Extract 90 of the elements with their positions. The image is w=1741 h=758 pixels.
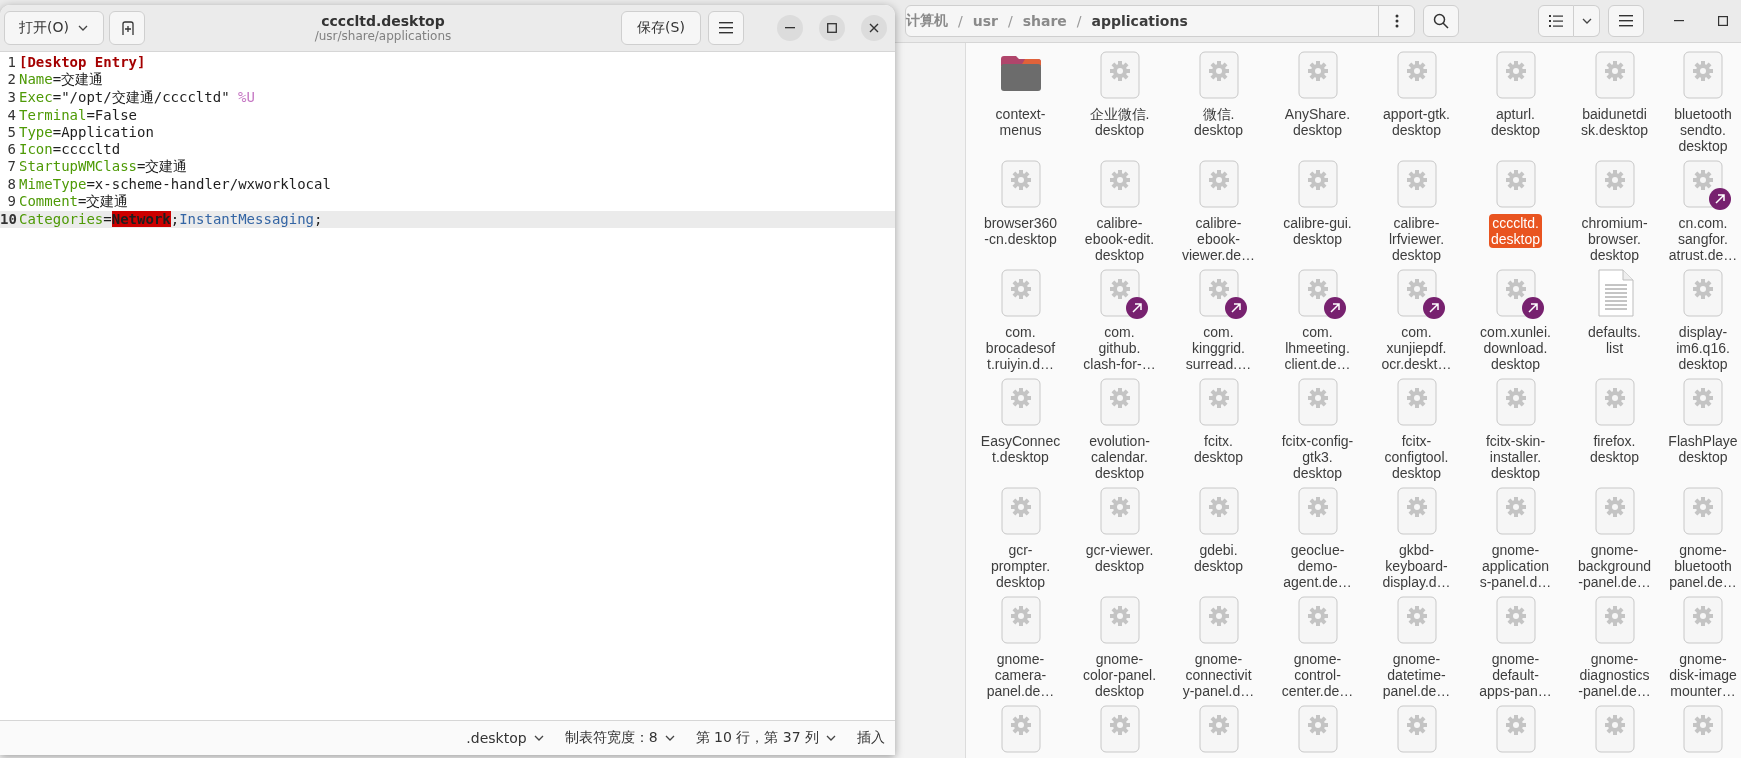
path-separator: /: [1076, 13, 1082, 29]
file-name[interactable]: fcitx- configtool. desktop: [1382, 432, 1451, 482]
list-view-button[interactable]: [1538, 5, 1574, 37]
code-line: Name=交建通: [19, 71, 104, 89]
file-name[interactable]: AnyShare. desktop: [1282, 105, 1353, 139]
window-title: ccccltd.desktop: [321, 13, 445, 29]
line-number: 4: [0, 107, 19, 123]
file-name[interactable]: fcitx. desktop: [1191, 432, 1245, 466]
path-crumb[interactable]: applications: [1091, 13, 1188, 29]
code-line: Categories=Network;InstantMessaging;: [19, 211, 323, 227]
file-name[interactable]: apport-gtk. desktop: [1381, 105, 1452, 139]
code-line: Terminal=False: [19, 107, 137, 123]
file-name[interactable]: com. github. clash-for-…: [1081, 323, 1158, 373]
file-name[interactable]: gnome- application s-panel.d…: [1477, 541, 1554, 591]
file-name[interactable]: gnome- disk-image mounter…: [1667, 650, 1739, 700]
save-button[interactable]: 保存(S): [621, 11, 701, 45]
cursor-position-selector[interactable]: 第 10 行，第 37 列: [695, 726, 837, 750]
kebab-menu-icon: [1394, 14, 1399, 28]
file-name[interactable]: bluetooth sendto. desktop: [1672, 105, 1734, 155]
insert-mode: 插入: [857, 729, 885, 747]
new-tab-button[interactable]: [109, 11, 145, 45]
menu-button[interactable]: [1608, 5, 1644, 37]
file-name[interactable]: calibre-gui. desktop: [1281, 214, 1354, 248]
file-name[interactable]: evolution- calendar. desktop: [1087, 432, 1152, 482]
path-separator: /: [958, 13, 963, 29]
close-icon: [869, 23, 879, 33]
file-name[interactable]: gnome- color-panel. desktop: [1080, 650, 1159, 700]
menu-icon: [719, 22, 733, 34]
file-name[interactable]: browser360 -cn.desktop: [981, 214, 1060, 248]
file-name[interactable]: display- im6.q16. desktop: [1674, 323, 1732, 373]
path-separator: /: [1007, 13, 1013, 29]
file-name[interactable]: 微信. desktop: [1191, 105, 1245, 139]
file-name[interactable]: gdebi. desktop: [1191, 541, 1245, 575]
window-subtitle: /usr/share/applications: [314, 29, 452, 43]
file-name[interactable]: gkbd- keyboard- display.d…: [1380, 541, 1453, 591]
minimize-icon: [785, 27, 795, 29]
file-name[interactable]: gcr-viewer. desktop: [1083, 541, 1156, 575]
code-line: Icon=ccccltd: [19, 141, 121, 157]
code-line: MimeType=x-scheme-handler/wxworklocal: [19, 176, 331, 192]
open-button[interactable]: 打开(O): [4, 11, 104, 45]
code-line: Comment=交建通: [19, 193, 129, 211]
search-icon: [1433, 13, 1449, 29]
file-name[interactable]: geoclue- demo- agent.de…: [1281, 541, 1354, 591]
file-name[interactable]: gnome- background -panel.de…: [1575, 541, 1654, 591]
file-name[interactable]: gcr- prompter. desktop: [988, 541, 1053, 591]
file-name[interactable]: firefox. desktop: [1587, 432, 1641, 466]
code-line: StartupWMClass=交建通: [19, 158, 188, 176]
file-name[interactable]: fcitx-skin- installer. desktop: [1483, 432, 1548, 482]
file-name[interactable]: calibre- ebook- viewer.de…: [1179, 214, 1258, 264]
maximize-button[interactable]: [819, 15, 845, 41]
file-name[interactable]: gnome- connectivit y-panel.d…: [1180, 650, 1257, 700]
close-button[interactable]: [861, 15, 887, 41]
file-name[interactable]: gnome- camera- panel.de…: [984, 650, 1057, 700]
file-name[interactable]: FlashPlaye desktop: [1666, 432, 1740, 466]
menu-icon: [1619, 15, 1633, 27]
file-name[interactable]: com. xunjiepdf. ocr.deskt…: [1379, 323, 1454, 373]
language-selector[interactable]: .desktop: [466, 726, 545, 750]
line-number: 10: [0, 211, 19, 227]
file-name[interactable]: gnome- datetime- panel.de…: [1380, 650, 1453, 700]
menu-button[interactable]: [708, 11, 744, 45]
file-name[interactable]: fcitx-config- gtk3. desktop: [1279, 432, 1356, 482]
file-name[interactable]: gnome- default- apps-pan…: [1477, 650, 1554, 700]
minimize-icon: [1674, 20, 1684, 22]
maximize-icon: [827, 23, 837, 33]
code-line: [Desktop Entry]: [19, 54, 146, 70]
file-name[interactable]: 企业微信. desktop: [1087, 105, 1152, 139]
file-name[interactable]: context- menus: [993, 105, 1048, 139]
file-name[interactable]: gnome- bluetooth panel.de…: [1667, 541, 1739, 591]
file-name[interactable]: com.xunlei. download. desktop: [1478, 323, 1553, 373]
file-name[interactable]: gnome- control- center.de…: [1279, 650, 1356, 700]
file-name[interactable]: calibre- ebook-edit. desktop: [1082, 214, 1157, 264]
file-name[interactable]: defaults. list: [1586, 323, 1643, 357]
file-name[interactable]: com. brocadesof t.ruiyin.d…: [983, 323, 1058, 373]
file-name[interactable]: com. kinggrid. surread.…: [1183, 323, 1254, 373]
file-name[interactable]: cn.com. sangfor. atrust.de…: [1666, 214, 1740, 264]
search-button[interactable]: [1423, 5, 1459, 37]
code-line: Type=Application: [19, 124, 154, 140]
file-name[interactable]: chromium- browser. desktop: [1579, 214, 1650, 264]
file-name[interactable]: gnome- diagnostics -panel.de…: [1576, 650, 1653, 700]
file-name[interactable]: baidunetdi sk.desktop: [1579, 105, 1650, 139]
file-name[interactable]: apturl. desktop: [1488, 105, 1542, 139]
list-icon: [1549, 15, 1563, 27]
file-name[interactable]: EasyConnec t.desktop: [978, 432, 1063, 466]
new-tab-icon: [119, 20, 135, 36]
maximize-icon: [1718, 16, 1728, 26]
file-name[interactable]: com. lhmeeting. client.de…: [1282, 323, 1353, 373]
tab-width-selector[interactable]: 制表符宽度：8: [564, 726, 676, 750]
file-name[interactable]: ccccltd. desktop: [1488, 214, 1542, 248]
file-name[interactable]: calibre- lrfviewer. desktop: [1386, 214, 1447, 264]
code-line: Exec="/opt/交建通/ccccltd" %U: [19, 89, 255, 107]
